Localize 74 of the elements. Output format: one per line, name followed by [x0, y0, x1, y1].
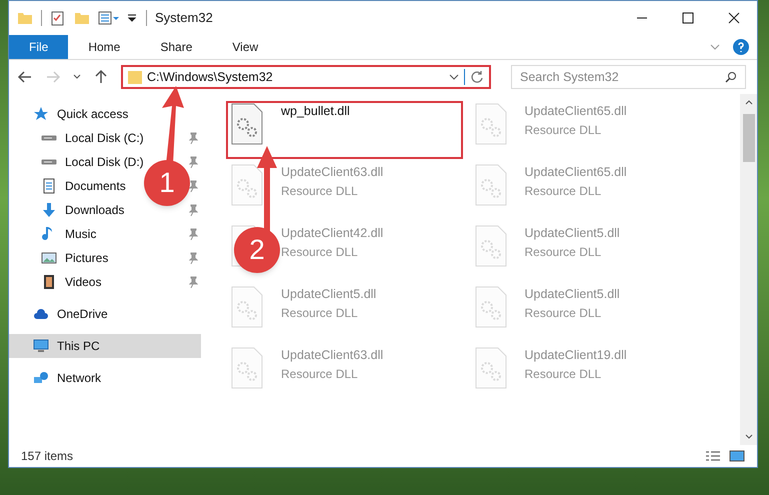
- file-gears-icon: [472, 346, 508, 390]
- file-type: Resource DLL: [524, 304, 602, 322]
- pin-icon[interactable]: [187, 156, 199, 168]
- sidebar-item[interactable]: OneDrive: [57, 307, 108, 321]
- chevron-up-icon[interactable]: [744, 98, 752, 106]
- details-view-icon[interactable]: [705, 450, 721, 462]
- ribbon-tab[interactable]: View: [212, 35, 278, 59]
- network-icon: [33, 370, 49, 386]
- file-type: Resource DLL: [524, 366, 602, 383]
- ribbon-tab[interactable]: Home: [68, 35, 140, 59]
- file-type: Resource DLL: [524, 122, 602, 139]
- drive-icon: [41, 135, 57, 141]
- folder-icon: [127, 69, 143, 85]
- sidebar-item[interactable]: Local Disk (C:): [65, 131, 144, 145]
- scrollbar-thumb[interactable]: [742, 114, 754, 162]
- sidebar-item[interactable]: Downloads: [65, 203, 124, 217]
- star-icon: [33, 106, 49, 122]
- ribbon-tab[interactable]: File: [9, 35, 68, 59]
- back-arrow-icon[interactable]: [17, 69, 33, 85]
- status-text: 157 items: [21, 448, 74, 465]
- search-field[interactable]: Search System32: [511, 65, 746, 89]
- refresh-icon[interactable]: [469, 69, 485, 85]
- film-icon: [41, 274, 57, 290]
- monitor-icon: [33, 338, 49, 354]
- file-gears-icon: [472, 285, 508, 329]
- file-gears-icon: [472, 224, 508, 268]
- pin-icon[interactable]: [187, 204, 199, 216]
- file-type: Resource DLL: [281, 244, 359, 261]
- file-gears-icon: [472, 102, 508, 146]
- sidebar-item[interactable]: Documents: [65, 179, 126, 193]
- folder-icon: [17, 10, 33, 26]
- search-icon: [725, 71, 737, 83]
- window-title: System32: [155, 9, 213, 28]
- file-gears-icon: [229, 163, 265, 207]
- document-icon: [41, 178, 57, 194]
- file-gears-icon: [229, 285, 265, 329]
- down-arrow-icon: [41, 202, 57, 218]
- pin-icon[interactable]: [187, 252, 199, 264]
- file-gears-icon: [229, 102, 265, 146]
- file-gears-icon: [229, 346, 265, 390]
- thumbnail-view-icon[interactable]: [729, 450, 745, 462]
- properties-icon[interactable]: [98, 10, 122, 26]
- sidebar-item[interactable]: Quick access: [57, 107, 128, 121]
- file-type: Resource DLL: [524, 182, 602, 200]
- file-name[interactable]: wp_bullet.dll: [281, 102, 350, 121]
- pin-icon[interactable]: [187, 276, 199, 288]
- dropdown-icon[interactable]: [126, 12, 138, 24]
- sidebar-item[interactable]: Pictures: [65, 251, 108, 265]
- file-type: Resource DLL: [281, 304, 359, 322]
- file-type: Resource DLL: [281, 182, 359, 200]
- address-bar[interactable]: C:\Windows\System32: [121, 65, 491, 89]
- sidebar-item[interactable]: Music: [65, 227, 96, 241]
- pin-icon[interactable]: [187, 180, 199, 192]
- file-type: Resource DLL: [524, 244, 602, 261]
- sidebar-item[interactable]: This PC: [57, 339, 100, 353]
- checklist-icon[interactable]: [50, 10, 66, 26]
- sidebar-item[interactable]: Network: [57, 371, 102, 385]
- up-arrow-icon[interactable]: [93, 69, 109, 85]
- sidebar-item[interactable]: Local Disk (D:): [65, 155, 144, 169]
- pin-icon[interactable]: [187, 132, 199, 144]
- chevron-down-icon[interactable]: [744, 433, 752, 441]
- help-icon[interactable]: [733, 39, 749, 55]
- search-input[interactable]: Search System32: [520, 68, 725, 86]
- drive-icon: [41, 159, 57, 165]
- picture-icon: [41, 250, 57, 266]
- pin-icon[interactable]: [187, 228, 199, 240]
- ribbon-tab[interactable]: Share: [140, 35, 212, 59]
- file-type: Resource DLL: [281, 366, 359, 383]
- sidebar-item[interactable]: Videos: [65, 275, 102, 289]
- selected-row-highlight[interactable]: This PC: [9, 334, 201, 358]
- cloud-icon: [33, 306, 49, 322]
- scrollbar[interactable]: [740, 94, 757, 445]
- chevron-down-icon[interactable]: [73, 73, 81, 81]
- file-gears-icon: [472, 163, 508, 207]
